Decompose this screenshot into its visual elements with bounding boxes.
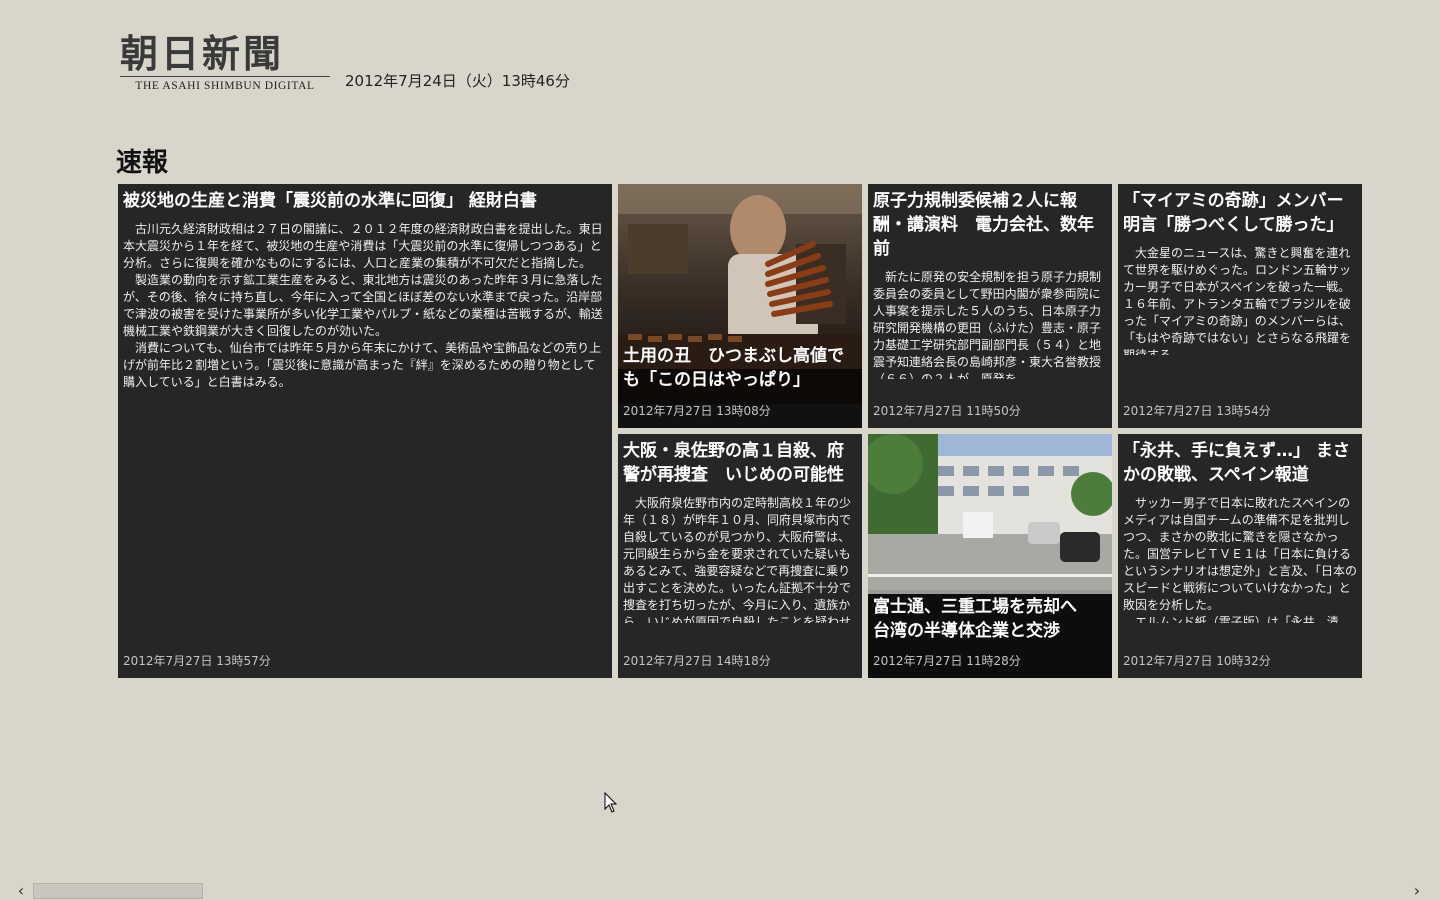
tile-date: 2012年7月27日 13時54分 — [1123, 404, 1271, 418]
tile-date: 2012年7月27日 13時08分 — [623, 404, 771, 418]
tile-headline: 土用の丑 ひつまぶし高値でも「この日はやっぱり」 — [623, 346, 844, 390]
tile-body: 新たに原発の安全規制を担う原子力規制委員会の委員として野田内閣が衆参両院に人事案… — [873, 270, 1102, 379]
tile-headline: 被災地の生産と消費「震災前の水準に回復」 経財白書 — [123, 191, 537, 211]
tile-date: 2012年7月27日 13時57分 — [123, 654, 271, 668]
tile-date: 2012年7月27日 10時32分 — [1123, 654, 1271, 668]
news-tile[interactable]: 大阪・泉佐野の高１自殺、府警が再捜査 いじめの可能性 大阪府泉佐野市内の定時制高… — [618, 434, 862, 678]
horizontal-scrollbar[interactable]: ‹ › — [0, 882, 1440, 900]
scrollbar-thumb[interactable] — [33, 883, 203, 899]
tile-headline: 「永井、手に負えず…」 まさかの敗戦、スペイン報道 — [1123, 441, 1350, 485]
tile-headline: 「マイアミの奇跡」メンバー明言「勝つべくして勝った」 — [1123, 191, 1344, 235]
news-tile-photo[interactable]: 土用の丑 ひつまぶし高値でも「この日はやっぱり」 2012年7月27日 13時0… — [618, 184, 862, 428]
tile-body: 大阪府泉佐野市内の定時制高校１年の少年（１８）が昨年１０月、同府貝塚市内で自殺し… — [623, 496, 852, 623]
current-datetime: 2012年7月24日（火）13時46分 — [345, 72, 570, 90]
logo-subtitle: The Asahi Shimbun Digital — [135, 80, 315, 92]
news-tile-lead[interactable]: 被災地の生産と消費「震災前の水準に回復」 経財白書 古川元久経済財政相は２７日の… — [118, 184, 612, 678]
scroll-right-icon[interactable]: › — [1408, 882, 1426, 900]
tile-headline: 原子力規制委候補２人に報酬・講演料 電力会社、数年前 — [873, 191, 1094, 259]
section-title: 速報 — [116, 148, 169, 178]
tile-body: サッカー男子で日本に敗れたスペインのメディアは自国チームの準備不足を批判しつつ、… — [1123, 496, 1358, 623]
mouse-cursor-icon — [604, 791, 618, 818]
masthead-logo[interactable]: 朝日新聞 The Asahi Shimbun Digital — [120, 34, 330, 92]
tile-date: 2012年7月27日 11時28分 — [873, 654, 1021, 668]
news-tile[interactable]: 「マイアミの奇跡」メンバー明言「勝つべくして勝った」 大金星のニュースは、驚きと… — [1118, 184, 1362, 428]
tile-date: 2012年7月27日 11時50分 — [873, 404, 1021, 418]
logo-rule — [120, 76, 330, 77]
news-photo — [868, 434, 1112, 599]
tile-date: 2012年7月27日 14時18分 — [623, 654, 771, 668]
tile-body: 古川元久経済財政相は２７日の閣議に、２０１２年度の経済財政白書を提出した。東日本… — [123, 222, 603, 389]
news-tile[interactable]: 原子力規制委候補２人に報酬・講演料 電力会社、数年前 新たに原発の安全規制を担う… — [868, 184, 1112, 428]
news-tile[interactable]: 「永井、手に負えず…」 まさかの敗戦、スペイン報道 サッカー男子で日本に敗れたス… — [1118, 434, 1362, 678]
scroll-left-icon[interactable]: ‹ — [12, 882, 30, 900]
logo-kanji: 朝日新聞 — [120, 31, 285, 76]
tile-headline: 大阪・泉佐野の高１自殺、府警が再捜査 いじめの可能性 — [623, 441, 844, 485]
news-tile-photo[interactable]: 富士通、三重工場を売却へ 台湾の半導体企業と交渉 2012年7月27日 11時2… — [868, 434, 1112, 678]
tile-body: 大金星のニュースは、驚きと興奮を連れて世界を駆けめぐった。ロンドン五輪サッカー男… — [1123, 246, 1352, 355]
